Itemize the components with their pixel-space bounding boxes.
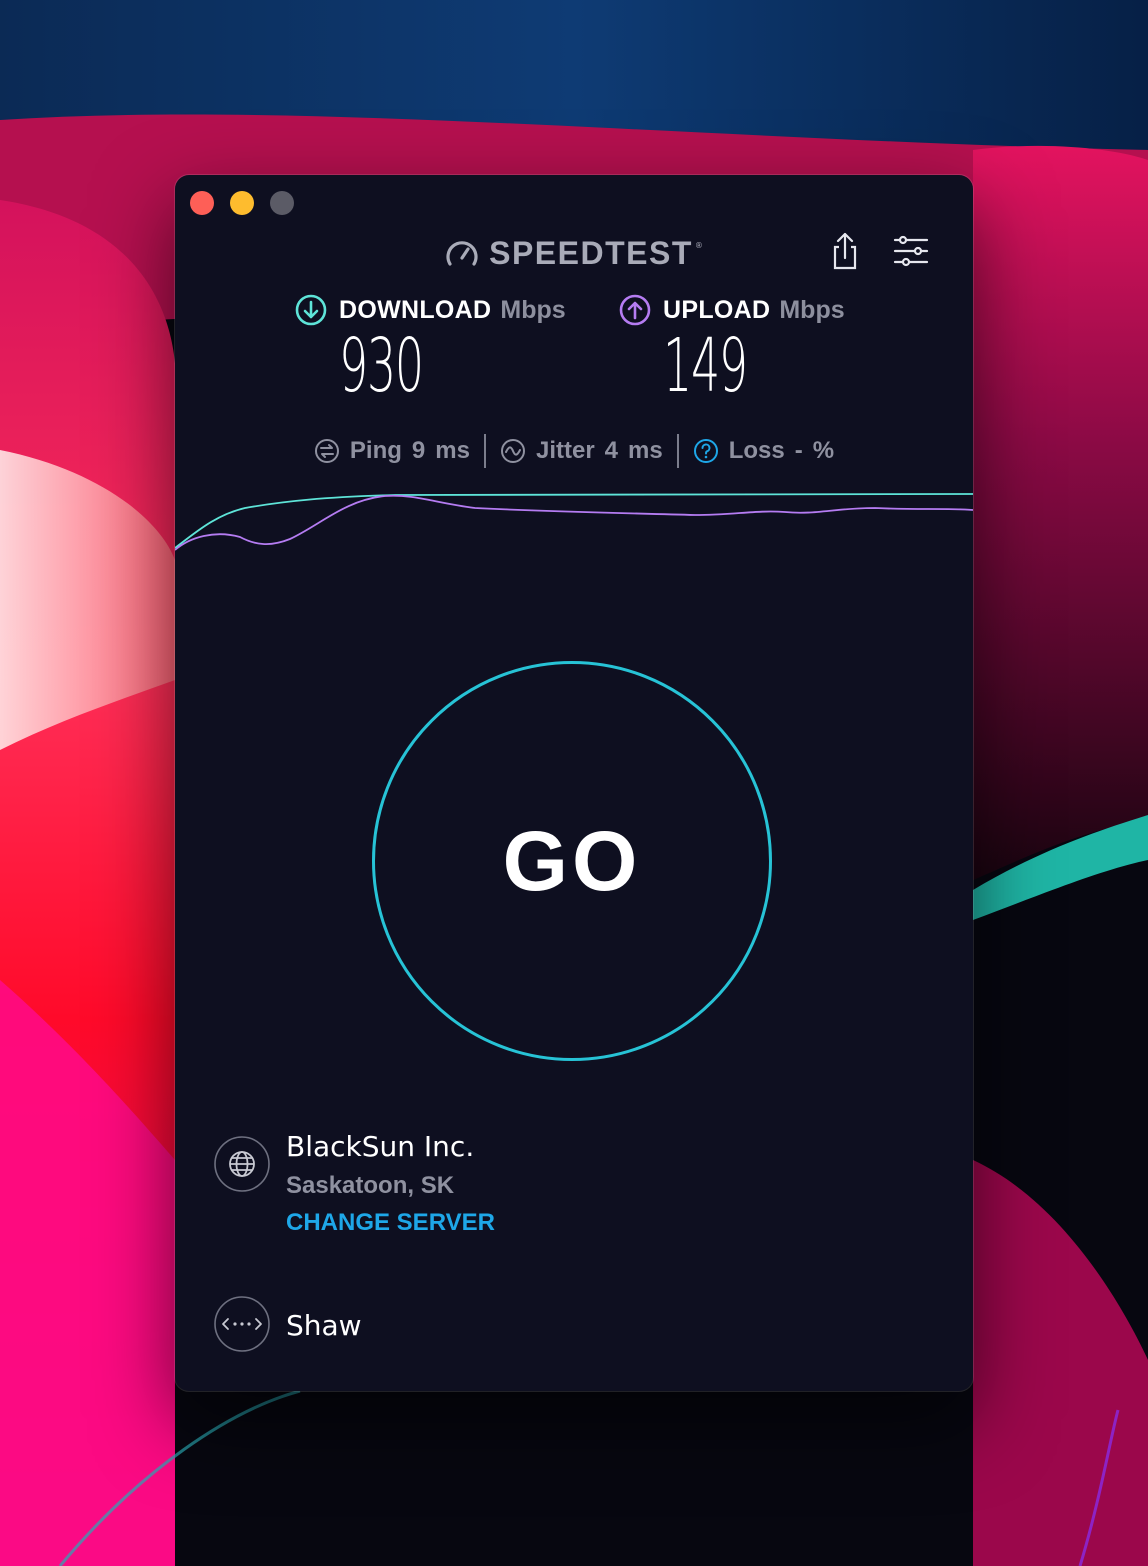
upload-speed-line (175, 494, 973, 551)
window-minimize-button[interactable] (230, 191, 254, 215)
jitter-value: 4 (604, 437, 619, 464)
brand-name: SPEEDTEST (489, 234, 693, 271)
download-result: DOWNLOAD Mbps 930 (295, 293, 585, 413)
window-zoom-button[interactable] (270, 191, 294, 215)
speedometer-icon (445, 238, 479, 268)
latency-stats: Ping 9 ms Jitter 4 ms Loss - % (175, 431, 973, 471)
globe-icon (214, 1136, 270, 1192)
question-mark-icon[interactable] (693, 438, 719, 464)
provider-name: Shaw (286, 1309, 362, 1342)
download-arrow-icon (295, 294, 339, 326)
upload-label: UPLOAD (663, 295, 771, 324)
loss-stat[interactable]: Loss - % (683, 437, 844, 465)
share-button[interactable] (825, 231, 865, 271)
go-label: GO (502, 813, 642, 908)
speed-graph (175, 475, 973, 565)
server-name: BlackSun Inc. (286, 1130, 475, 1163)
download-value: 930 (339, 323, 424, 409)
brand-registered-mark: ® (694, 240, 703, 250)
ping-label: Ping (349, 437, 402, 464)
server-location: Saskatoon, SK (286, 1172, 455, 1199)
sliders-icon (891, 231, 931, 271)
settings-button[interactable] (891, 231, 931, 271)
divider (676, 434, 679, 468)
speedtest-window: SPEEDTEST ® DOWNLOAD Mbps 930 UPLOAD Mbp… (175, 175, 973, 1391)
change-server-link[interactable]: CHANGE SERVER (286, 1209, 495, 1237)
loss-unit: % (812, 437, 835, 464)
ping-stat: Ping 9 ms (304, 437, 480, 465)
loss-value: - (794, 437, 803, 464)
upload-unit: Mbps (779, 295, 845, 324)
connection-icon (214, 1296, 270, 1352)
download-label: DOWNLOAD (339, 295, 492, 324)
jitter-stat: Jitter 4 ms (490, 437, 673, 465)
download-speed-line (175, 493, 973, 549)
window-close-button[interactable] (190, 191, 214, 215)
jitter-label: Jitter (535, 437, 595, 464)
ping-icon (314, 438, 340, 464)
upload-result: UPLOAD Mbps 149 (619, 293, 909, 413)
go-button[interactable]: GO (372, 661, 772, 1061)
divider (483, 434, 486, 468)
jitter-unit: ms (628, 437, 663, 464)
ping-value: 9 (411, 437, 426, 464)
upload-arrow-icon (619, 294, 663, 326)
download-unit: Mbps (500, 295, 566, 324)
jitter-icon (500, 438, 526, 464)
share-icon (825, 231, 865, 271)
ping-unit: ms (435, 437, 470, 464)
loss-label: Loss (728, 437, 785, 464)
upload-value: 149 (663, 323, 748, 409)
